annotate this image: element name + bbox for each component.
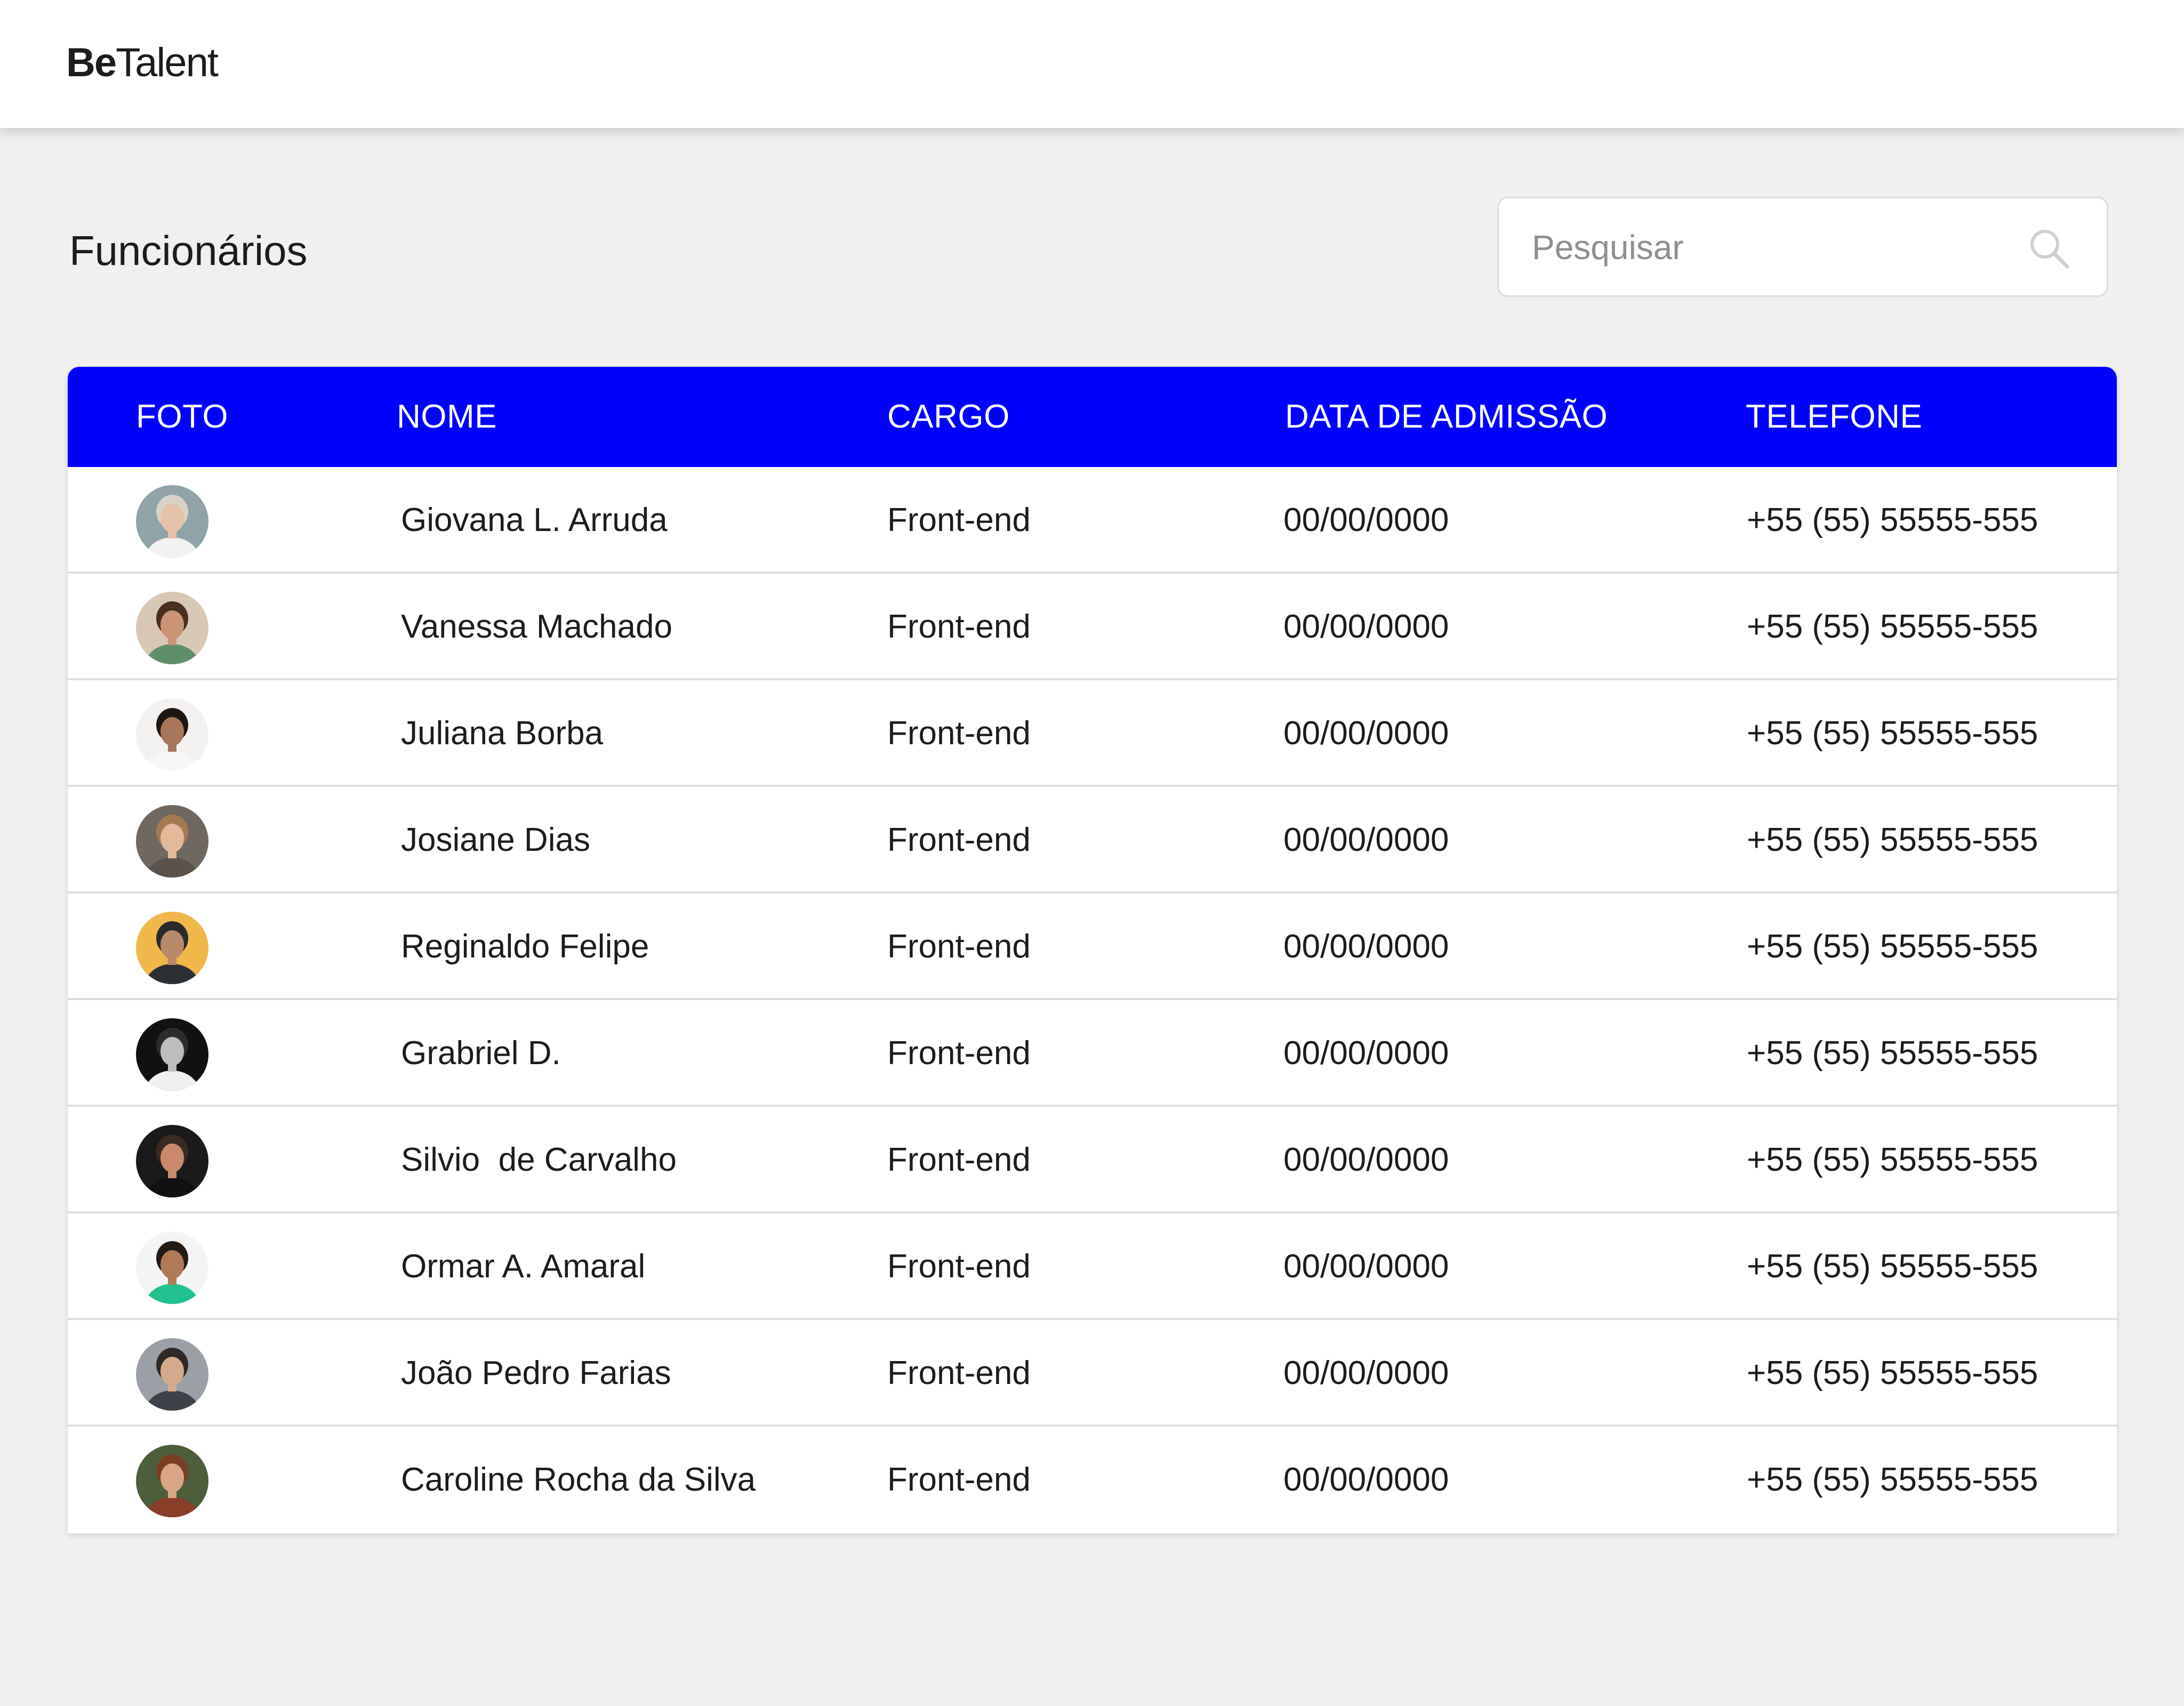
employee-phone: +55 (55) 55555-555 xyxy=(1747,1141,2038,1178)
employee-phone: +55 (55) 55555-555 xyxy=(1747,715,2038,752)
table-row[interactable]: Juliana Borba Front-end 00/00/0000 +55 (55)… xyxy=(68,680,2117,787)
table-row[interactable]: Vanessa Machado Front-end 00/00/0000 +55 (5… xyxy=(68,574,2117,680)
employee-phone: +55 (55) 55555-555 xyxy=(1747,1035,2038,1072)
employee-admission-date: 00/00/0000 xyxy=(1283,715,1449,752)
employee-admission-date: 00/00/0000 xyxy=(1283,822,1449,858)
table-row[interactable]: Giovana L. Arruda Front-end 00/00/0000 +55 … xyxy=(68,467,2117,574)
employee-role: Front-end xyxy=(887,1355,1031,1391)
employee-avatar xyxy=(136,485,208,558)
employee-admission-date: 00/00/0000 xyxy=(1283,1248,1449,1285)
employee-role: Front-end xyxy=(887,928,1031,965)
employee-avatar xyxy=(136,1232,208,1304)
table-row[interactable]: João Pedro Farias Front-end 00/00/0000 +55 … xyxy=(68,1320,2117,1427)
employee-name: Juliana Borba xyxy=(401,715,604,752)
search-input[interactable] xyxy=(1532,220,2012,275)
column-header-foto: FOTO xyxy=(136,398,229,435)
employee-avatar xyxy=(136,1125,208,1197)
table-row[interactable]: Reginaldo Felipe Front-end 00/00/0000 +55 (… xyxy=(68,894,2117,1000)
employee-role: Front-end xyxy=(887,1035,1031,1072)
employee-name: Vanessa Machado xyxy=(401,608,672,645)
employee-phone: +55 (55) 55555-555 xyxy=(1747,928,2038,965)
employee-role: Front-end xyxy=(887,1141,1031,1178)
employee-phone: +55 (55) 55555-555 xyxy=(1747,1461,2038,1498)
employee-avatar xyxy=(136,592,208,664)
table-header: FOTO NOME CARGO DATA DE ADMISSÃO TELEFON… xyxy=(68,367,2117,467)
table-row[interactable]: Caroline Rocha da Silva Front-end 00/00/00… xyxy=(68,1427,2117,1533)
page-title: Funcionários xyxy=(69,227,308,274)
employee-name: Josiane Dias xyxy=(401,822,590,858)
employee-avatar xyxy=(136,1445,208,1517)
employee-name: Ormar A. Amaral xyxy=(401,1248,646,1285)
employee-admission-date: 00/00/0000 xyxy=(1283,608,1449,645)
employee-role: Front-end xyxy=(887,1248,1031,1285)
employee-admission-date: 00/00/0000 xyxy=(1283,1355,1449,1391)
table-row[interactable]: Ormar A. Amaral Front-end 00/00/0000 +55 (5… xyxy=(68,1213,2117,1320)
betalent-logo[interactable]: BeTalent xyxy=(66,36,219,90)
employee-name: João Pedro Farias xyxy=(401,1355,671,1391)
search-icon[interactable] xyxy=(2027,226,2071,271)
employee-role: Front-end xyxy=(887,1461,1031,1498)
search-box[interactable] xyxy=(1497,197,2108,297)
employee-admission-date: 00/00/0000 xyxy=(1283,502,1449,538)
employee-phone: +55 (55) 55555-555 xyxy=(1747,822,2038,858)
employee-role: Front-end xyxy=(887,608,1031,645)
table-body: Giovana L. Arruda Front-end 00/00/0000 +55 … xyxy=(68,467,2117,1533)
employee-name: Caroline Rocha da Silva xyxy=(401,1461,756,1498)
employee-name: Giovana L. Arruda xyxy=(401,502,668,538)
employee-admission-date: 00/00/0000 xyxy=(1283,1461,1449,1498)
employee-avatar xyxy=(136,912,208,984)
employee-avatar xyxy=(136,698,208,771)
employee-name: Reginaldo Felipe xyxy=(401,928,649,965)
table-row[interactable]: Grabriel D. Front-end 00/00/0000 +55 (55) 5… xyxy=(68,1000,2117,1107)
employee-avatar xyxy=(136,805,208,878)
employee-admission-date: 00/00/0000 xyxy=(1283,1035,1449,1072)
employee-name: Silvio de Carvalho xyxy=(401,1141,677,1178)
top-bar: BeTalent xyxy=(0,0,2184,128)
employees-table: FOTO NOME CARGO DATA DE ADMISSÃO TELEFON… xyxy=(68,367,2117,1533)
employee-admission-date: 00/00/0000 xyxy=(1283,1141,1449,1178)
employee-role: Front-end xyxy=(887,502,1031,538)
logo-regular-part: Talent xyxy=(116,40,219,85)
logo-bold-part: Be xyxy=(66,40,117,85)
employee-phone: +55 (55) 55555-555 xyxy=(1747,608,2038,645)
table-row[interactable]: Josiane Dias Front-end 00/00/0000 +55 (55) … xyxy=(68,787,2117,894)
employee-avatar xyxy=(136,1338,208,1411)
table-row[interactable]: Silvio de Carvalho Front-end 00/00/0000 +55… xyxy=(68,1107,2117,1213)
employee-name: Grabriel D. xyxy=(401,1035,561,1072)
employee-phone: +55 (55) 55555-555 xyxy=(1747,502,2038,538)
employee-role: Front-end xyxy=(887,715,1031,752)
employee-phone: +55 (55) 55555-555 xyxy=(1747,1248,2038,1285)
column-header-telefone: TELEFONE xyxy=(1746,398,1923,435)
employee-admission-date: 00/00/0000 xyxy=(1283,928,1449,965)
column-header-nome: NOME xyxy=(397,398,497,435)
employee-phone: +55 (55) 55555-555 xyxy=(1747,1355,2038,1391)
column-header-data-admissao: DATA DE ADMISSÃO xyxy=(1285,398,1608,435)
column-header-cargo: CARGO xyxy=(887,398,1010,435)
employee-avatar xyxy=(136,1018,208,1091)
employee-role: Front-end xyxy=(887,822,1031,858)
